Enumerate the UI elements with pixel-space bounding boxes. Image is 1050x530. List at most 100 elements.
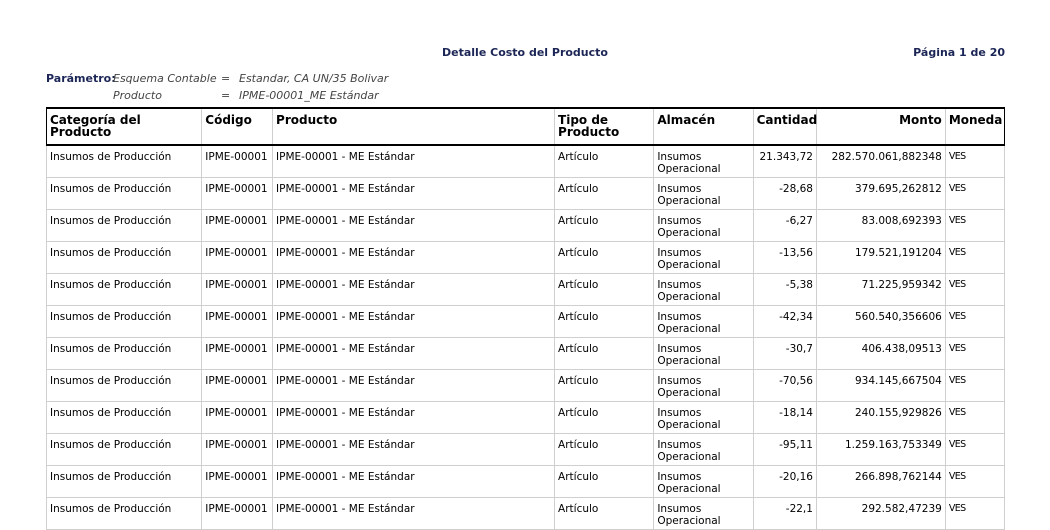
cell-moneda: VES xyxy=(944,273,1006,306)
cell-cantidad: -18,14 xyxy=(752,401,817,434)
cell-tipo: Artículo xyxy=(554,144,655,178)
cell-tipo: Artículo xyxy=(554,241,655,274)
cell-producto: IPME-00001 - ME Estándar xyxy=(272,177,556,210)
cell-codigo: IPME-00001 xyxy=(201,401,274,434)
header-monto: Monto xyxy=(815,107,946,146)
cell-moneda: VES xyxy=(944,401,1006,434)
parameter-name: Esquema Contable xyxy=(113,72,217,85)
cell-categoria: Insumos de Producción xyxy=(45,241,203,274)
cell-codigo: IPME-00001 xyxy=(201,465,274,498)
cell-almacen: Insumos Operacional xyxy=(653,241,754,274)
cell-almacen: Insumos Operacional xyxy=(653,497,754,530)
header-cantidad: Cantidad xyxy=(752,107,817,146)
header-producto: Producto xyxy=(272,107,556,146)
header-categoria: Categoría del Producto xyxy=(45,107,203,146)
cell-codigo: IPME-00001 xyxy=(201,369,274,402)
cell-codigo: IPME-00001 xyxy=(201,305,274,338)
cell-categoria: Insumos de Producción xyxy=(45,144,203,178)
cell-cantidad: -30,7 xyxy=(752,337,817,370)
cell-moneda: VES xyxy=(944,465,1006,498)
table-row: Insumos de Producción IPME-00001 IPME-00… xyxy=(45,241,1006,274)
cell-producto: IPME-00001 - ME Estándar xyxy=(272,369,556,402)
cell-monto: 560.540,356606 xyxy=(815,305,946,338)
header-moneda: Moneda xyxy=(944,107,1006,146)
table-row: Insumos de Producción IPME-00001 IPME-00… xyxy=(45,433,1006,466)
cell-moneda: VES xyxy=(944,369,1006,402)
report-table-container: Categoría del Producto Código Producto T… xyxy=(45,107,1006,530)
parameters-block: Parámetro: Esquema Contable = Estandar, … xyxy=(46,70,388,104)
cell-cantidad: -42,34 xyxy=(752,305,817,338)
table-row: Insumos de Producción IPME-00001 IPME-00… xyxy=(45,465,1006,498)
cell-producto: IPME-00001 - ME Estándar xyxy=(272,465,556,498)
cell-codigo: IPME-00001 xyxy=(201,497,274,530)
table-row: Insumos de Producción IPME-00001 IPME-00… xyxy=(45,401,1006,434)
cell-monto: 379.695,262812 xyxy=(815,177,946,210)
cell-cantidad: -20,16 xyxy=(752,465,817,498)
cell-tipo: Artículo xyxy=(554,337,655,370)
cell-categoria: Insumos de Producción xyxy=(45,273,203,306)
cell-cantidad: -6,27 xyxy=(752,209,817,242)
cell-monto: 406.438,09513 xyxy=(815,337,946,370)
cell-moneda: VES xyxy=(944,144,1006,178)
cell-categoria: Insumos de Producción xyxy=(45,209,203,242)
cell-codigo: IPME-00001 xyxy=(201,273,274,306)
cell-producto: IPME-00001 - ME Estándar xyxy=(272,241,556,274)
cell-producto: IPME-00001 - ME Estándar xyxy=(272,144,556,178)
cell-categoria: Insumos de Producción xyxy=(45,305,203,338)
cell-producto: IPME-00001 - ME Estándar xyxy=(272,401,556,434)
table-row: Insumos de Producción IPME-00001 IPME-00… xyxy=(45,144,1006,178)
cell-codigo: IPME-00001 xyxy=(201,241,274,274)
cell-categoria: Insumos de Producción xyxy=(45,401,203,434)
parameters-label: Parámetro: xyxy=(46,72,116,85)
cell-monto: 83.008,692393 xyxy=(815,209,946,242)
table-row: Insumos de Producción IPME-00001 IPME-00… xyxy=(45,273,1006,306)
cell-monto: 292.582,47239 xyxy=(815,497,946,530)
table-row: Insumos de Producción IPME-00001 IPME-00… xyxy=(45,497,1006,530)
cell-cantidad: -5,38 xyxy=(752,273,817,306)
cell-monto: 240.155,929826 xyxy=(815,401,946,434)
header-almacen: Almacén xyxy=(653,107,754,146)
cell-categoria: Insumos de Producción xyxy=(45,177,203,210)
cell-monto: 266.898,762144 xyxy=(815,465,946,498)
table-header-row: Categoría del Producto Código Producto T… xyxy=(45,107,1006,146)
cell-tipo: Artículo xyxy=(554,401,655,434)
cell-moneda: VES xyxy=(944,209,1006,242)
parameter-row: Producto = IPME-00001_ME Estándar xyxy=(46,87,388,104)
cell-tipo: Artículo xyxy=(554,465,655,498)
cell-cantidad: 21.343,72 xyxy=(752,144,817,178)
cell-almacen: Insumos Operacional xyxy=(653,209,754,242)
cell-tipo: Artículo xyxy=(554,433,655,466)
cell-moneda: VES xyxy=(944,241,1006,274)
cell-almacen: Insumos Operacional xyxy=(653,177,754,210)
table-row: Insumos de Producción IPME-00001 IPME-00… xyxy=(45,369,1006,402)
parameter-equals: = xyxy=(221,89,231,102)
header-tipo: Tipo de Producto xyxy=(554,107,655,146)
table-row: Insumos de Producción IPME-00001 IPME-00… xyxy=(45,177,1006,210)
table-row: Insumos de Producción IPME-00001 IPME-00… xyxy=(45,337,1006,370)
cell-codigo: IPME-00001 xyxy=(201,144,274,178)
cell-monto: 934.145,667504 xyxy=(815,369,946,402)
cell-producto: IPME-00001 - ME Estándar xyxy=(272,305,556,338)
parameter-row: Parámetro: Esquema Contable = Estandar, … xyxy=(46,70,388,87)
cell-codigo: IPME-00001 xyxy=(201,433,274,466)
report-title: Detalle Costo del Producto xyxy=(442,46,608,59)
cell-moneda: VES xyxy=(944,433,1006,466)
cell-cantidad: -13,56 xyxy=(752,241,817,274)
parameter-value: Estandar, CA UN/35 Bolivar xyxy=(239,72,389,85)
cell-almacen: Insumos Operacional xyxy=(653,337,754,370)
cell-almacen: Insumos Operacional xyxy=(653,273,754,306)
cell-cantidad: -70,56 xyxy=(752,369,817,402)
cell-tipo: Artículo xyxy=(554,305,655,338)
header-codigo: Código xyxy=(201,107,274,146)
cell-moneda: VES xyxy=(944,305,1006,338)
cell-cantidad: -28,68 xyxy=(752,177,817,210)
cell-producto: IPME-00001 - ME Estándar xyxy=(272,497,556,530)
cell-almacen: Insumos Operacional xyxy=(653,305,754,338)
cell-almacen: Insumos Operacional xyxy=(653,401,754,434)
cell-almacen: Insumos Operacional xyxy=(653,369,754,402)
cell-tipo: Artículo xyxy=(554,177,655,210)
cell-codigo: IPME-00001 xyxy=(201,177,274,210)
cell-cantidad: -95,11 xyxy=(752,433,817,466)
cell-categoria: Insumos de Producción xyxy=(45,337,203,370)
cell-categoria: Insumos de Producción xyxy=(45,465,203,498)
